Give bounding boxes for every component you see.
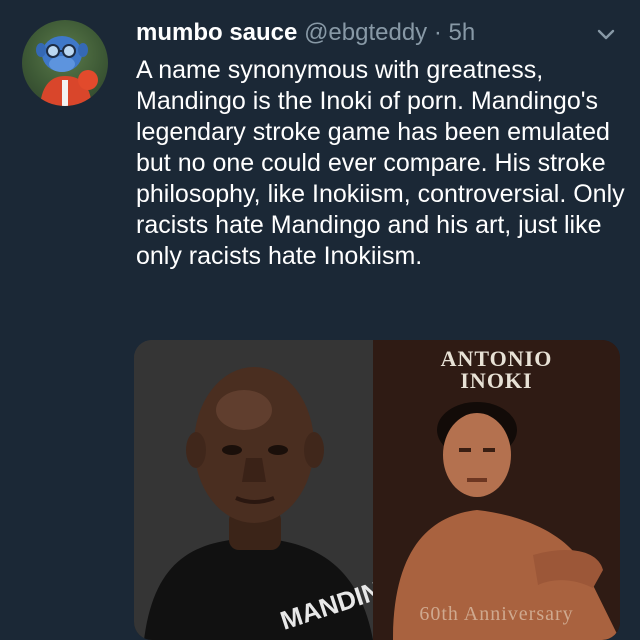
tweet-header: mumbo sauce @ebgteddy · 5h bbox=[136, 18, 475, 48]
separator: · bbox=[433, 19, 442, 46]
poster-title-line1: ANTONIO bbox=[440, 346, 553, 371]
chevron-down-icon[interactable] bbox=[596, 28, 616, 42]
tweet-text: A name synonymous with greatness, Mandin… bbox=[136, 56, 625, 270]
poster-title: ANTONIO INOKI bbox=[373, 348, 620, 392]
media-photo-inoki-poster[interactable]: ANTONIO INOKI 60th Anniversary bbox=[373, 340, 620, 640]
poster-title-line2: INOKI bbox=[460, 368, 533, 393]
poster-subtitle: 60th Anniversary bbox=[419, 603, 574, 625]
media-photo-mandingo[interactable]: MANDINGO bbox=[134, 340, 373, 640]
avatar[interactable] bbox=[22, 20, 108, 106]
username-handle[interactable]: @ebgteddy bbox=[304, 19, 427, 46]
tweet-media[interactable]: MANDINGO ANTONIO INOKI 60th Anniversary bbox=[134, 340, 620, 640]
display-name[interactable]: mumbo sauce bbox=[136, 19, 297, 46]
timestamp[interactable]: 5h bbox=[449, 19, 476, 46]
portrait-image: MANDINGO bbox=[134, 340, 373, 640]
avatar-image bbox=[36, 36, 98, 106]
